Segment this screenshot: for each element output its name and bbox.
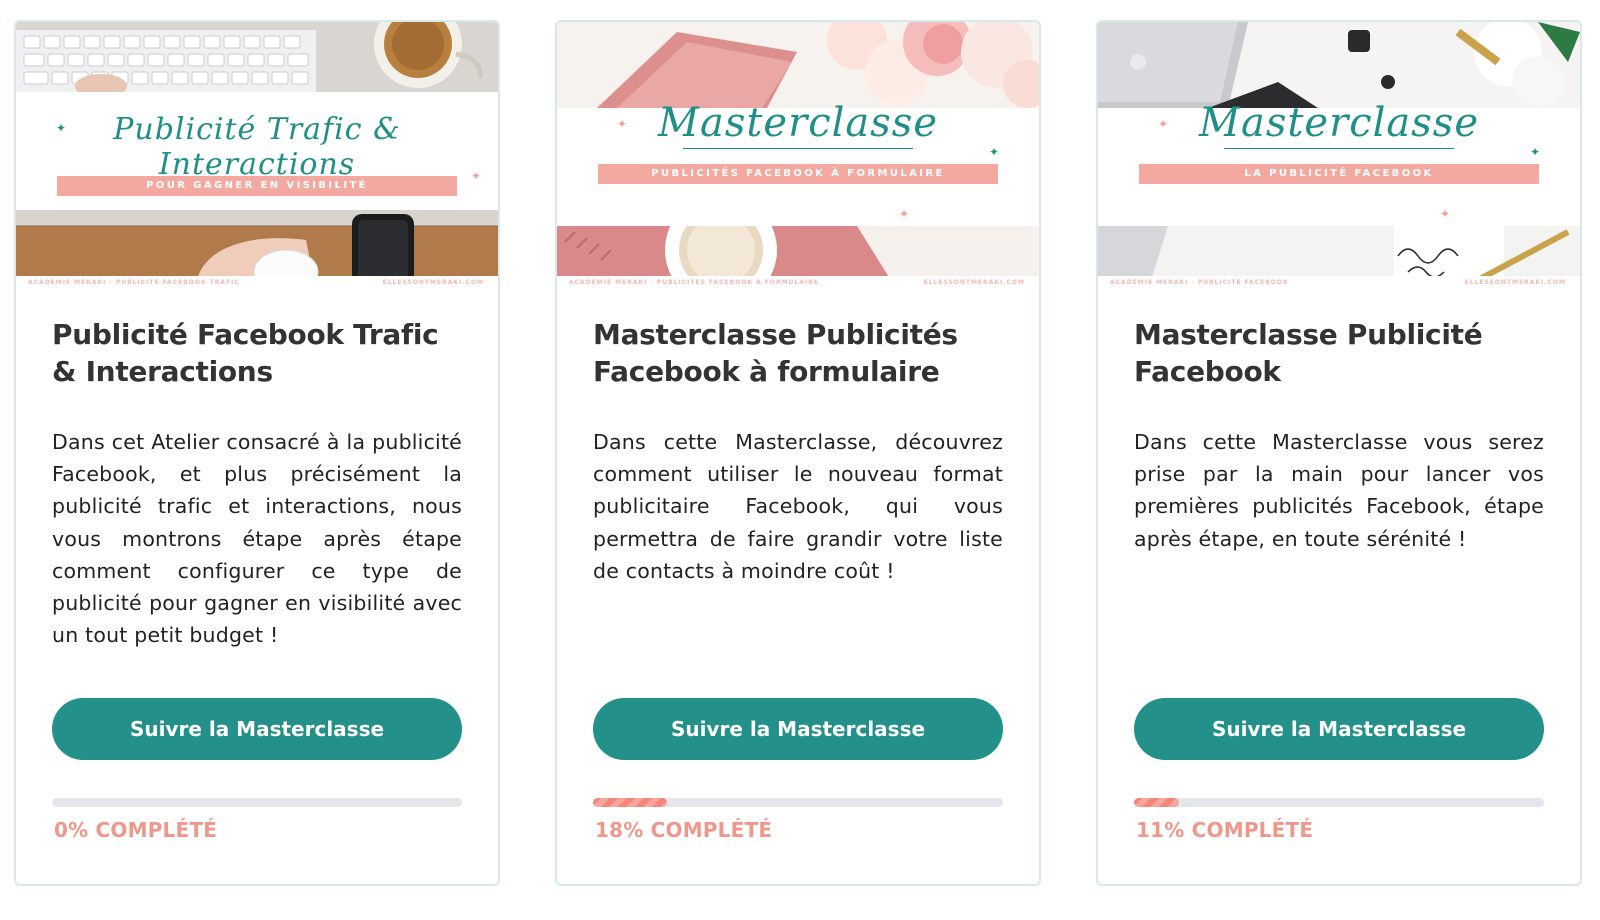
course-card[interactable]: Publicité Trafic & Interactions POUR GAG… bbox=[14, 20, 500, 886]
thumbnail-script-title: Masterclasse bbox=[1199, 100, 1479, 146]
thumbnail-footer-right: ELLESSONTMERAKI.COM bbox=[923, 279, 1025, 286]
sparkle-icon: ✦ bbox=[989, 145, 1000, 159]
keyboard-coffee-photo bbox=[16, 22, 498, 92]
course-title[interactable]: Masterclasse Publicité Facebook bbox=[1134, 316, 1544, 390]
sparkle-icon: ✦ bbox=[1530, 145, 1541, 159]
progress-label: 11% COMPLÉTÉ bbox=[1136, 818, 1314, 842]
follow-masterclass-button[interactable]: Suivre la Masterclasse bbox=[593, 698, 1003, 760]
thumbnail-ribbon: PUBLICITÉS FACEBOOK À FORMULAIRE bbox=[598, 164, 998, 184]
course-card[interactable]: Masterclasse LA PUBLICITÉ FACEBOOK ✦ ✦ ✦… bbox=[1096, 20, 1582, 886]
course-card-grid: Publicité Trafic & Interactions POUR GAG… bbox=[0, 0, 1600, 920]
card-body: Masterclasse Publicité Facebook Dans cet… bbox=[1134, 316, 1544, 555]
course-thumbnail[interactable]: Masterclasse PUBLICITÉS FACEBOOK À FORMU… bbox=[557, 22, 1039, 290]
thumbnail-script-title: Publicité Trafic & Interactions bbox=[113, 112, 401, 182]
thumbnail-footer: ACADÉMIE MERAKI · PUBLICITÉS FACEBOOK À … bbox=[557, 276, 1039, 290]
progress-bar bbox=[1134, 798, 1544, 807]
follow-masterclass-button[interactable]: Suivre la Masterclasse bbox=[1134, 698, 1544, 760]
sparkle-icon: ✦ bbox=[56, 121, 67, 135]
notebook-flowers-photo bbox=[557, 22, 1039, 108]
thumbnail-footer-left: ACADÉMIE MERAKI · PUBLICITÉ FACEBOOK TRA… bbox=[28, 279, 240, 286]
course-description: Dans cette Masterclasse vous serez prise… bbox=[1134, 430, 1544, 551]
sparkle-icon: ✦ bbox=[471, 169, 482, 183]
course-title[interactable]: Publicité Facebook Trafic & Interactions bbox=[52, 316, 462, 390]
follow-masterclass-button[interactable]: Suivre la Masterclasse bbox=[52, 698, 462, 760]
thumbnail-footer: ACADÉMIE MERAKI · PUBLICITÉ FACEBOOK ELL… bbox=[1098, 276, 1580, 290]
sparkle-icon: ✦ bbox=[1440, 207, 1451, 221]
progress-bar bbox=[593, 798, 1003, 807]
course-card[interactable]: Masterclasse PUBLICITÉS FACEBOOK À FORMU… bbox=[555, 20, 1041, 886]
thumbnail-footer-left: ACADÉMIE MERAKI · PUBLICITÉS FACEBOOK À … bbox=[569, 279, 819, 286]
thumbnail-script-title: Masterclasse bbox=[658, 100, 938, 146]
sparkle-icon: ✦ bbox=[899, 207, 910, 221]
thumbnail-footer-right: ELLESSONTMERAKI.COM bbox=[1464, 279, 1566, 286]
sparkle-icon: ✦ bbox=[617, 117, 628, 131]
course-thumbnail[interactable]: Masterclasse LA PUBLICITÉ FACEBOOK ✦ ✦ ✦… bbox=[1098, 22, 1580, 290]
course-thumbnail[interactable]: Publicité Trafic & Interactions POUR GAG… bbox=[16, 22, 498, 290]
laptop-flowers-photo bbox=[1098, 22, 1580, 108]
card-body: Masterclasse Publicités Facebook à formu… bbox=[593, 316, 1003, 587]
thumbnail-footer: ACADÉMIE MERAKI · PUBLICITÉ FACEBOOK TRA… bbox=[16, 276, 498, 290]
progress-label: 0% COMPLÉTÉ bbox=[54, 818, 218, 842]
course-description: Dans cet Atelier consacré à la publicité… bbox=[52, 430, 462, 648]
progress-bar-fill bbox=[593, 798, 667, 807]
script-underline bbox=[683, 148, 913, 149]
thumbnail-ribbon: LA PUBLICITÉ FACEBOOK bbox=[1139, 164, 1539, 184]
progress-bar bbox=[52, 798, 462, 807]
course-description: Dans cette Masterclasse, découvrez comme… bbox=[593, 430, 1003, 583]
script-underline bbox=[1224, 148, 1454, 149]
card-body: Publicité Facebook Trafic & Interactions… bbox=[52, 316, 462, 651]
progress-bar-fill bbox=[1134, 798, 1180, 807]
thumbnail-ribbon: POUR GAGNER EN VISIBILITÉ bbox=[57, 176, 457, 196]
course-title[interactable]: Masterclasse Publicités Facebook à formu… bbox=[593, 316, 1003, 390]
progress-label: 18% COMPLÉTÉ bbox=[595, 818, 773, 842]
sparkle-icon: ✦ bbox=[1158, 117, 1169, 131]
thumbnail-footer-right: ELLESSONTMERAKI.COM bbox=[382, 279, 484, 286]
thumbnail-footer-left: ACADÉMIE MERAKI · PUBLICITÉ FACEBOOK bbox=[1110, 279, 1289, 286]
